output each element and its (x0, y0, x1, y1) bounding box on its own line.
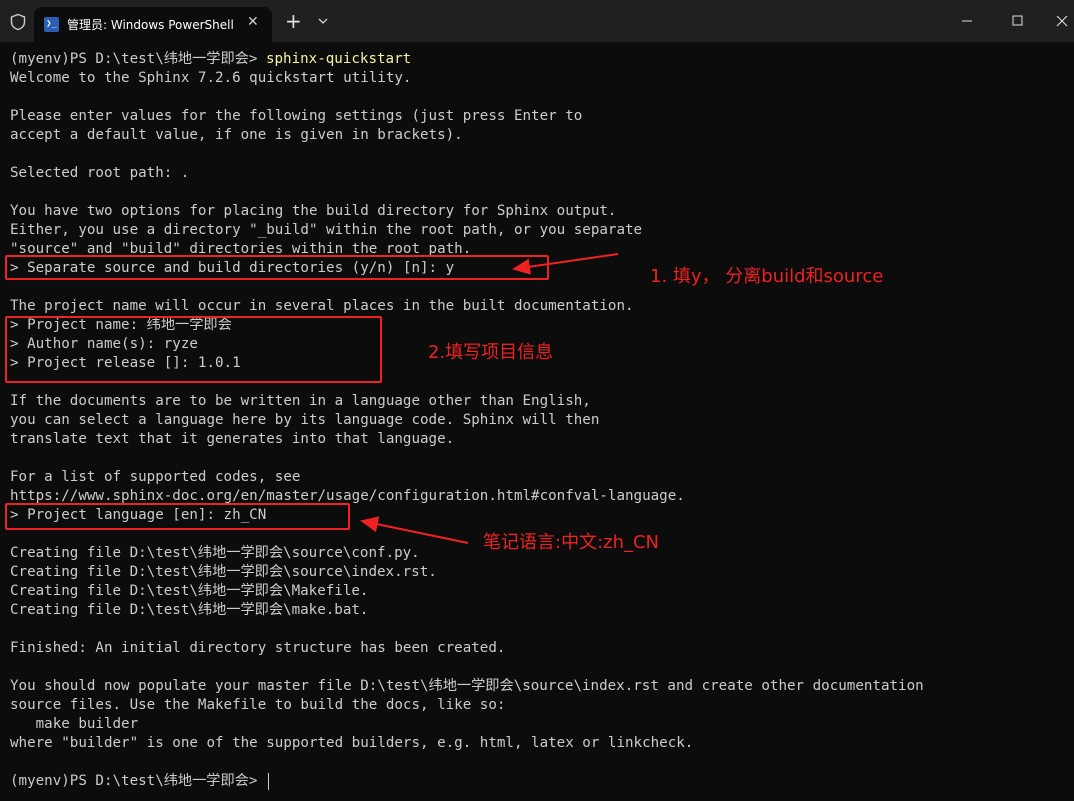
annotation-step-1: 1. 填y， 分离build和source (650, 266, 884, 287)
terminal-line: You have two options for placing the bui… (10, 203, 617, 219)
highlight-box-separate-dirs (5, 255, 549, 280)
close-tab-icon[interactable]: ✕ (247, 14, 259, 30)
highlight-box-language (5, 503, 350, 530)
terminal-line: you can select a language here by its la… (10, 412, 600, 428)
terminal-line: If the documents are to be written in a … (10, 393, 591, 409)
terminal-line: source files. Use the Makefile to build … (10, 697, 506, 713)
terminal-line: make builder (10, 716, 139, 732)
terminal-line: Creating file D:\test\纬地一学即会\Makefile. (10, 583, 369, 599)
terminal-line: translate text that it generates into th… (10, 431, 455, 447)
terminal-line: For a list of supported codes, see (10, 469, 301, 485)
powershell-icon: ❯_ (44, 17, 59, 32)
terminal-line: where "builder" is one of the supported … (10, 735, 694, 751)
terminal-line: Creating file D:\test\纬地一学即会\source\inde… (10, 564, 437, 580)
prompt-text: (myenv)PS D:\test\纬地一学即会> (10, 773, 266, 789)
terminal-line: Welcome to the Sphinx 7.2.6 quickstart u… (10, 70, 412, 86)
terminal-output[interactable]: (myenv)PS D:\test\纬地一学即会> sphinx-quickst… (10, 50, 1070, 791)
text-cursor (267, 772, 269, 790)
terminal-line: Either, you use a directory "_build" wit… (10, 222, 643, 238)
terminal-line: You should now populate your master file… (10, 678, 924, 694)
shield-icon (10, 13, 26, 31)
terminal-line: accept a default value, if one is given … (10, 127, 463, 143)
annotation-language: 笔记语言:中文:zh_CN (483, 532, 660, 553)
terminal-line: (myenv)PS D:\test\纬地一学即会> (10, 772, 1070, 791)
new-tab-button[interactable]: + (285, 10, 302, 32)
tab-powershell[interactable]: ❯_ 管理员: Windows PowerShell ✕ (34, 7, 272, 42)
terminal-line: Please enter values for the following se… (10, 108, 583, 124)
terminal-line: Selected root path: . (10, 165, 190, 181)
maximize-button[interactable] (993, 0, 1039, 42)
highlight-box-project-info (5, 316, 382, 383)
tab-title: 管理员: Windows PowerShell (67, 18, 234, 32)
prompt-text: (myenv)PS D:\test\纬地一学即会> (10, 51, 266, 67)
annotation-step-2: 2.填写项目信息 (428, 342, 554, 363)
terminal-line: The project name will occur in several p… (10, 298, 634, 314)
terminal-line: Finished: An initial directory structure… (10, 640, 506, 656)
chevron-down-icon[interactable] (316, 14, 330, 28)
command-text: sphinx-quickstart (265, 51, 412, 67)
close-window-button[interactable] (1039, 0, 1074, 42)
title-bar: ❯_ 管理员: Windows PowerShell ✕ + (0, 0, 1074, 42)
minimize-button[interactable] (944, 0, 990, 42)
terminal-line: Creating file D:\test\纬地一学即会\make.bat. (10, 602, 369, 618)
terminal-line: (myenv)PS D:\test\纬地一学即会> sphinx-quickst… (10, 50, 1070, 69)
